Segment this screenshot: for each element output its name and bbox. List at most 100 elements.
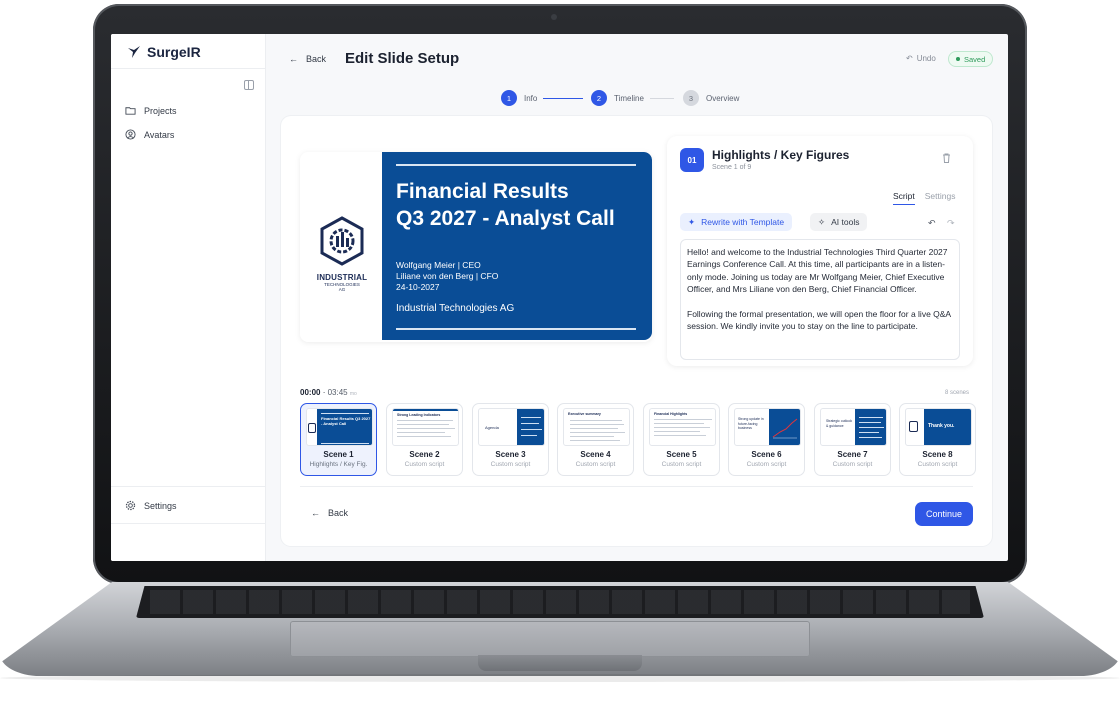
current-time: 00:00 [300, 388, 321, 397]
continue-button[interactable]: Continue [915, 502, 973, 526]
button-label: Rewrite with Template [701, 217, 785, 227]
slide-title-line: Financial Results [396, 180, 569, 203]
app-name: SurgeIR [147, 44, 201, 60]
scene-thumbnail: Strong update in future-facing business [734, 408, 801, 446]
sidebar-item-settings[interactable]: Settings [125, 500, 177, 511]
arrow-left-icon: ← [289, 54, 298, 64]
scene-desc: Custom script [404, 461, 445, 468]
trash-icon[interactable] [942, 153, 951, 163]
scene-name: Scene 7 [837, 450, 868, 459]
surge-logo-icon [128, 46, 140, 58]
main-card: INDUSTRIAL TECHNOLOGIES AG Financial Res… [281, 116, 992, 546]
step-number: 2 [591, 90, 607, 106]
undo-icon[interactable]: ↶ [928, 218, 936, 229]
step-timeline[interactable]: 2 Timeline [591, 90, 644, 106]
back-label: Back [306, 54, 327, 64]
undo-icon: ↶ [906, 54, 913, 63]
sidebar-divider [111, 523, 266, 524]
scene-desc: Custom script [661, 461, 702, 468]
scene-thumbnail: Executive summary [563, 408, 630, 446]
sidebar-item-avatars[interactable]: Avatars [125, 129, 174, 140]
step-number: 1 [501, 90, 517, 106]
timeline-divider [300, 486, 973, 487]
scene-name: Scene 3 [495, 450, 526, 459]
total-time: 03:45 [327, 388, 348, 397]
script-tabs: Script Settings [893, 191, 955, 205]
footer-back-button[interactable]: ← Back [311, 508, 348, 518]
scene-card-8[interactable]: Thank you. Scene 8 Custom script [899, 403, 976, 476]
redo-icon[interactable]: ↷ [947, 218, 955, 229]
scene-name: Scene 2 [409, 450, 440, 459]
undo-button[interactable]: ↶ Undo [906, 54, 936, 63]
slide-presenters: Wolfgang Meier | CEO Liliane von den Ber… [396, 260, 498, 293]
rewrite-with-template-button[interactable]: ✦ Rewrite with Template [680, 213, 793, 231]
scene-thumbnail: Agenda [478, 408, 545, 446]
lid-notch [478, 655, 642, 671]
status-dot-icon [956, 57, 960, 61]
scene-card-4[interactable]: Executive summary Scene 4 Custom script [557, 403, 634, 476]
scene-desc: Highlights / Key Fig. [309, 461, 368, 468]
sidebar-divider [111, 68, 266, 69]
scene-card-2[interactable]: Strong Leading Indicators Scene 2 Custom… [386, 403, 463, 476]
scene-count: 8 scenes [945, 390, 970, 396]
sidebar: SurgeIR Projects Avatars Settings [111, 34, 266, 561]
scene-card-3[interactable]: Agenda Scene 3 Custom script [472, 403, 549, 476]
scene-name: Scene 4 [580, 450, 611, 459]
step-info[interactable]: 1 Info [501, 90, 537, 106]
scene-thumbnail: Financial Results Q3 2027 - Analyst Call [306, 408, 373, 446]
sidebar-item-label: Avatars [144, 129, 175, 140]
gear-icon [125, 500, 136, 511]
scene-thumbnail: Strategic outlook & guidance [820, 408, 887, 446]
app-logo[interactable]: SurgeIR [127, 44, 201, 60]
arrow-left-icon: ← [311, 508, 320, 518]
header-back-button[interactable]: ← Back [289, 54, 326, 64]
keyboard-keys [150, 590, 970, 614]
trackpad [290, 621, 810, 657]
thumb-text: Financial Results Q3 2027 - Analyst Call [321, 416, 371, 426]
page-title: Edit Slide Setup [345, 50, 460, 67]
folder-icon [125, 107, 136, 115]
user-circle-icon [125, 129, 136, 140]
step-number: 3 [683, 90, 699, 106]
back-label: Back [328, 508, 349, 518]
scene-desc: Custom script [832, 461, 873, 468]
scene-card-1[interactable]: Financial Results Q3 2027 - Analyst Call… [300, 403, 377, 476]
scene-name: Scene 8 [922, 450, 953, 459]
collapse-sidebar-icon[interactable] [244, 80, 254, 90]
script-textarea[interactable]: Hello! and welcome to the Industrial Tec… [680, 239, 960, 360]
scene-card-5[interactable]: Financial Highlights Scene 5 Custom scri… [643, 403, 720, 476]
presenter-line: Liliane von den Berg | CFO [396, 271, 499, 281]
saved-label: Saved [964, 54, 986, 64]
saved-status-badge: Saved [948, 51, 994, 67]
script-panel: 01 Highlights / Key Figures Scene 1 of 9… [667, 136, 973, 366]
scene-desc: Custom script [575, 461, 616, 468]
scene-number-badge: 01 [680, 148, 704, 172]
slide-title: Financial Results Q3 2027 - Analyst Call [396, 178, 615, 232]
step-connector [650, 98, 674, 99]
sidebar-item-projects[interactable]: Projects [125, 105, 177, 116]
slide-company: Industrial Technologies AG [396, 303, 515, 314]
slide-rule [396, 328, 636, 330]
scene-name: Scene 1 [323, 450, 354, 459]
scene-thumbnail: Thank you. [905, 408, 972, 446]
step-overview[interactable]: 3 Overview [683, 90, 739, 106]
scene-thumbnail: Financial Highlights [649, 408, 716, 446]
scene-subtitle: Scene 1 of 9 [712, 164, 752, 171]
step-connector [543, 98, 583, 99]
logo-subtext: AG [338, 287, 346, 292]
tab-script[interactable]: Script [893, 191, 915, 205]
tab-settings[interactable]: Settings [925, 191, 956, 205]
laptop-shadow [0, 674, 1120, 682]
scene-card-6[interactable]: Strong update in future-facing business … [728, 403, 805, 476]
logo-text: INDUSTRIAL [316, 273, 368, 282]
button-label: AI tools [831, 217, 860, 227]
slide-date: 24-10-2027 [396, 282, 440, 292]
sparkle-icon: ✧ [818, 216, 826, 227]
timeline-time: 00:00 · 03:45 mo [300, 388, 357, 397]
step-label: Timeline [614, 93, 644, 103]
thumb-text: Executive summary [568, 412, 601, 416]
thumb-text: Strong Leading Indicators [397, 413, 441, 417]
time-suffix: mo [349, 391, 357, 397]
scene-card-7[interactable]: Strategic outlook & guidance Scene 7 Cus… [814, 403, 891, 476]
ai-tools-button[interactable]: ✧ AI tools [810, 213, 868, 231]
